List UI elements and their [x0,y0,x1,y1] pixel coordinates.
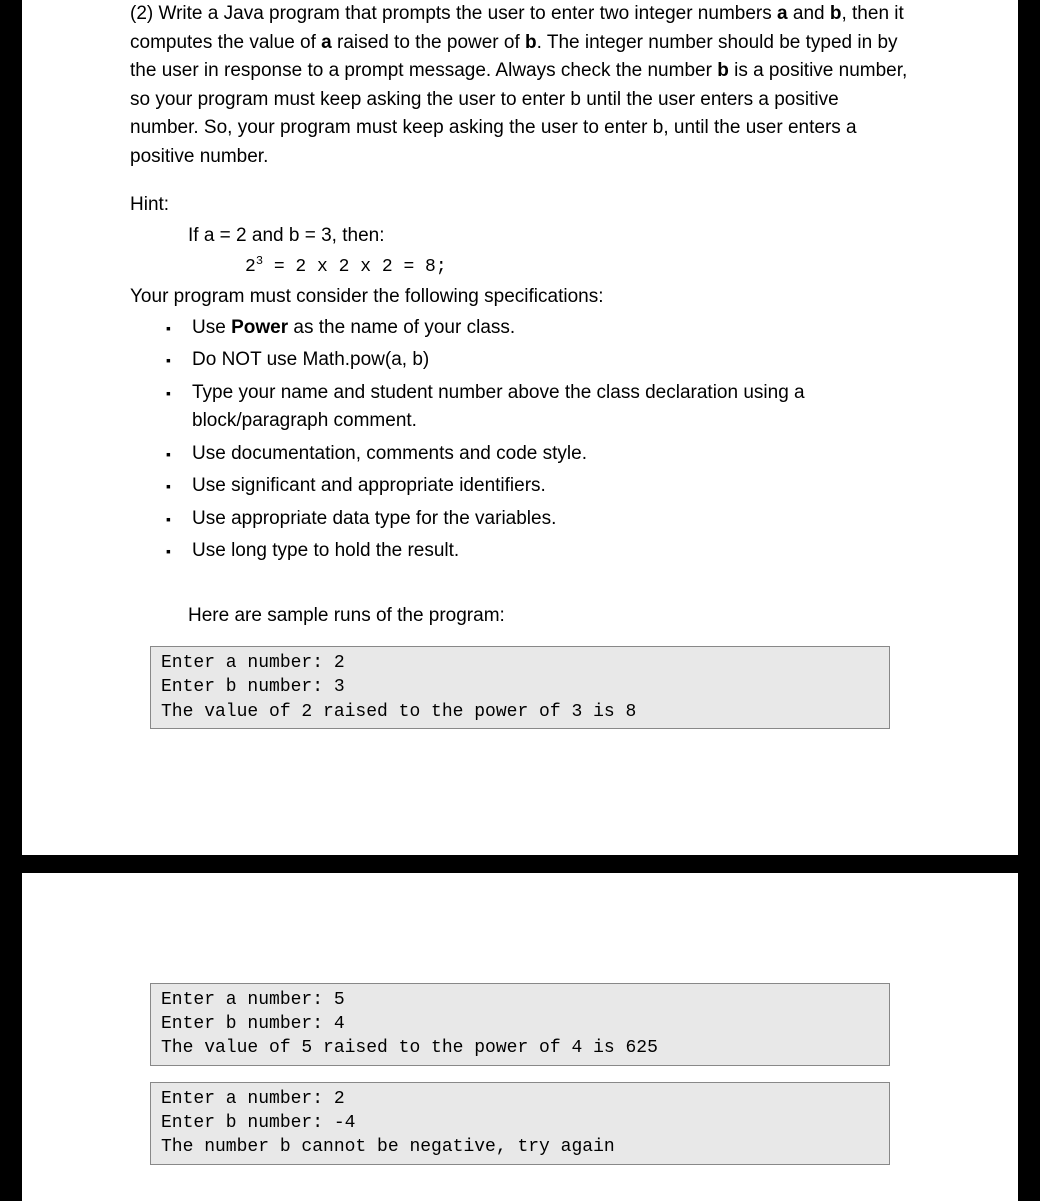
spec-1c: as the name of your class. [288,317,515,338]
problem-statement: (2) Write a Java program that prompts th… [130,0,910,171]
problem-number: (2) [130,3,153,24]
hint-calc: 23 = 2 x 2 x 2 = 8; [245,252,910,281]
calc-base: 2 [245,257,256,277]
calc-rest: = 2 x 2 x 2 = 8; [263,257,447,277]
sample-runs-label: Here are sample runs of the program: [188,602,910,631]
specs-intro: Your program must consider the following… [130,283,910,312]
spec-item-3: Type your name and student number above … [130,379,910,436]
page-2-content: Enter a number: 5 Enter b number: 4 The … [22,873,1018,1165]
intro-text-3: raised to the power of [332,32,525,53]
spec-item-7: Use long type to hold the result. [130,537,910,566]
calc-exp: 3 [256,254,263,268]
var-b2: b [525,32,537,53]
sample-run-1: Enter a number: 2 Enter b number: 3 The … [150,646,890,729]
var-b3: b [717,60,729,81]
spec-1b: Power [231,317,288,338]
intro-text-1: Write a Java program that prompts the us… [159,3,778,24]
intro-and: and [788,3,830,24]
spec-item-2: Do NOT use Math.pow(a, b) [130,346,910,375]
page-1-bottom-space [130,745,910,835]
hint-if-line: If a = 2 and b = 3, then: [188,222,910,251]
page-1: (2) Write a Java program that prompts th… [22,0,1018,855]
spec-1a: Use [192,317,231,338]
sample-run-3: Enter a number: 2 Enter b number: -4 The… [150,1082,890,1165]
page-2: Enter a number: 5 Enter b number: 4 The … [22,873,1018,1201]
spec-item-6: Use appropriate data type for the variab… [130,505,910,534]
sample-run-2: Enter a number: 5 Enter b number: 4 The … [150,983,890,1066]
spec-item-5: Use significant and appropriate identifi… [130,472,910,501]
spec-item-4: Use documentation, comments and code sty… [130,440,910,469]
specs-list: Use Power as the name of your class. Do … [130,314,910,566]
var-a2: a [321,32,332,53]
var-b: b [830,3,842,24]
page-gap [0,855,1040,873]
var-a: a [777,3,788,24]
page-1-content: (2) Write a Java program that prompts th… [22,0,1018,835]
hint-label: Hint: [130,191,910,220]
spec-item-1: Use Power as the name of your class. [130,314,910,343]
